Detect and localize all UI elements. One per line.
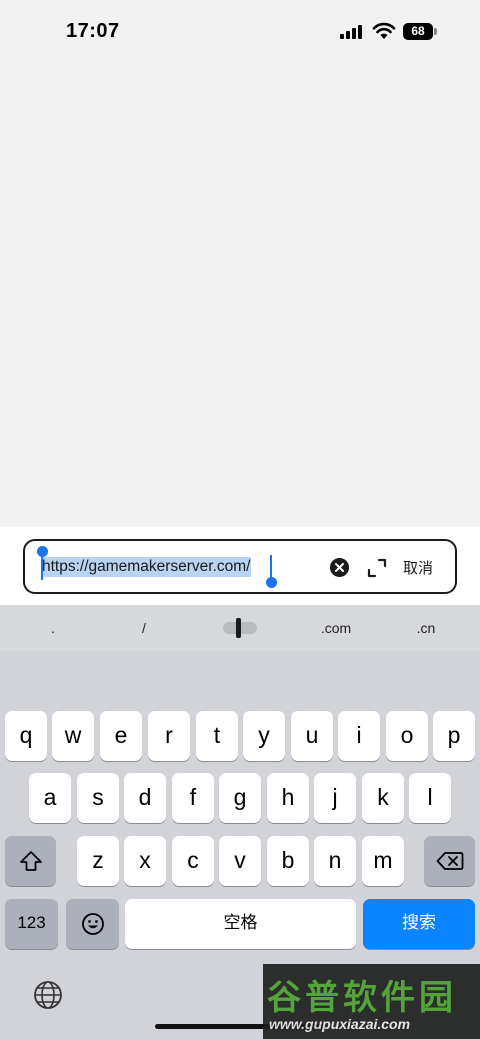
key-h[interactable]: h bbox=[267, 773, 309, 823]
key-s[interactable]: s bbox=[77, 773, 119, 823]
key-v[interactable]: v bbox=[219, 836, 261, 886]
address-bar-area: https://gamemakerserver.com/ 取消 bbox=[0, 527, 480, 605]
key-u[interactable]: u bbox=[291, 711, 333, 761]
key-t[interactable]: t bbox=[196, 711, 238, 761]
url-text-selected[interactable]: https://gamemakerserver.com/ bbox=[41, 557, 252, 577]
page-content bbox=[0, 64, 480, 527]
search-key[interactable]: 搜索 bbox=[363, 899, 475, 949]
battery-icon: 68 bbox=[403, 23, 437, 40]
key-o[interactable]: o bbox=[386, 711, 428, 761]
watermark: 谷普软件园 www.gupuxiazai.com bbox=[263, 964, 480, 1039]
key-k[interactable]: k bbox=[362, 773, 404, 823]
suggestion-dotcom[interactable]: .com bbox=[321, 620, 351, 636]
selection-start-caret bbox=[41, 554, 43, 580]
key-p[interactable]: p bbox=[433, 711, 475, 761]
clear-icon[interactable] bbox=[330, 558, 349, 577]
key-q[interactable]: q bbox=[5, 711, 47, 761]
key-r[interactable]: r bbox=[148, 711, 190, 761]
shift-key[interactable] bbox=[5, 836, 56, 886]
key-b[interactable]: b bbox=[267, 836, 309, 886]
key-x[interactable]: x bbox=[124, 836, 166, 886]
key-l[interactable]: l bbox=[409, 773, 451, 823]
key-w[interactable]: w bbox=[52, 711, 94, 761]
key-m[interactable]: m bbox=[362, 836, 404, 886]
watermark-title: 谷普软件园 bbox=[267, 978, 457, 1018]
emoji-icon bbox=[81, 913, 104, 935]
key-j[interactable]: j bbox=[314, 773, 356, 823]
key-d[interactable]: d bbox=[124, 773, 166, 823]
key-a[interactable]: a bbox=[29, 773, 71, 823]
cellular-signal-icon bbox=[340, 25, 362, 39]
watermark-url: www.gupuxiazai.com bbox=[269, 1016, 411, 1032]
key-n[interactable]: n bbox=[314, 836, 356, 886]
emoji-key[interactable] bbox=[66, 899, 119, 949]
key-f[interactable]: f bbox=[172, 773, 214, 823]
suggestion-dot[interactable]: . bbox=[51, 620, 55, 636]
key-e[interactable]: e bbox=[100, 711, 142, 761]
key-y[interactable]: y bbox=[243, 711, 285, 761]
status-time: 17:07 bbox=[66, 20, 120, 42]
suggestion-bar: . / .com .cn bbox=[0, 605, 480, 651]
status-bar: 17:07 68 bbox=[0, 0, 480, 64]
cursor-slider-knob[interactable] bbox=[236, 618, 241, 638]
backspace-icon bbox=[436, 852, 463, 870]
expand-icon[interactable] bbox=[366, 557, 388, 579]
delete-key[interactable] bbox=[424, 836, 475, 886]
globe-icon[interactable] bbox=[32, 979, 64, 1011]
battery-level: 68 bbox=[403, 23, 433, 40]
cancel-button[interactable]: 取消 bbox=[403, 557, 433, 578]
key-z[interactable]: z bbox=[77, 836, 119, 886]
key-g[interactable]: g bbox=[219, 773, 261, 823]
key-c[interactable]: c bbox=[172, 836, 214, 886]
suggestion-dotcn[interactable]: .cn bbox=[417, 620, 436, 636]
key-i[interactable]: i bbox=[338, 711, 380, 761]
wifi-icon bbox=[372, 22, 396, 39]
selection-end-handle[interactable] bbox=[266, 577, 277, 588]
space-key[interactable]: 空格 bbox=[125, 899, 356, 949]
url-input[interactable]: https://gamemakerserver.com/ 取消 bbox=[23, 539, 457, 594]
numbers-key[interactable]: 123 bbox=[5, 899, 58, 949]
shift-icon bbox=[19, 851, 42, 871]
suggestion-slash[interactable]: / bbox=[142, 620, 146, 636]
